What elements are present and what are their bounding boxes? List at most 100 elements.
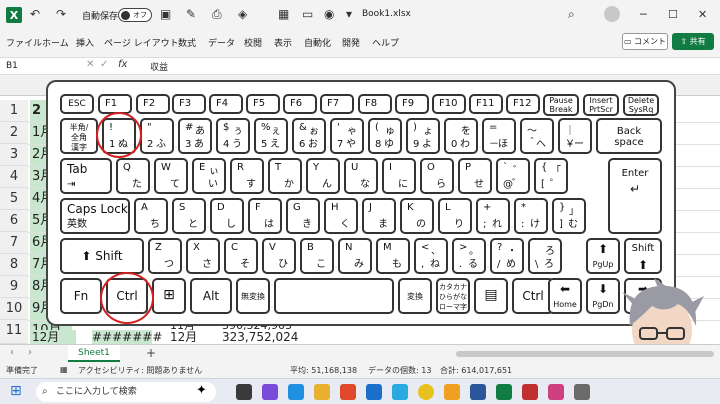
chrome-icon[interactable] [418,384,434,400]
row-header[interactable]: 7 [0,232,28,254]
menu-icon: ▤ [484,287,498,303]
more-icon[interactable]: ▾ [346,7,352,21]
cell-b13[interactable]: ####### [92,330,162,344]
app-icon[interactable] [574,384,590,400]
comment-icon: ▭ [623,37,635,46]
share-button[interactable]: ⇧ 共有 [672,33,714,50]
row-header[interactable]: 2 [0,122,28,144]
status-count: データの個数: 13 [368,366,432,375]
key-menu: ▤ [474,278,508,314]
key-f: Fは [248,198,282,234]
comment-button[interactable]: ▭ コメント [622,33,668,50]
key-z: Zつ [148,238,182,274]
cell-d13[interactable]: 323,752,024 [222,330,312,344]
key-yen: ｜ ￥ ー [558,118,592,154]
insert-function-icon[interactable]: fx [118,59,127,70]
tab-data[interactable]: データ [208,36,235,49]
app-icon[interactable] [522,384,538,400]
row-header[interactable]: 6 [0,210,28,232]
cancel-icon[interactable]: ✕ [86,59,94,70]
accessibility-status[interactable]: アクセシビリティ: 問題ありません [78,365,202,376]
key-f10: F10 [432,94,466,114]
row-header[interactable]: 8 [0,254,28,276]
avatar[interactable] [604,6,620,22]
add-sheet-button[interactable]: + [146,346,156,360]
store-icon[interactable] [392,384,408,400]
minimize-icon[interactable]: ─ [640,8,647,21]
autosave-toggle[interactable]: オフ [118,8,152,22]
key-s: Sと [172,198,206,234]
tab-developer[interactable]: 開発 [342,36,360,49]
key-h: Hく [324,198,358,234]
fill-color-icon[interactable]: ◈ [238,7,247,21]
save-icon[interactable]: ▣ [160,7,171,21]
tab-review[interactable]: 校閲 [244,36,262,49]
tab-file[interactable]: ファイル [6,36,42,49]
horizontal-scrollbar[interactable] [456,351,714,357]
edge-icon[interactable] [288,384,304,400]
key-f4: F4 [209,94,243,114]
key-e: Eぃい [192,158,226,194]
row-header[interactable]: 5 [0,188,28,210]
enter-icon[interactable]: ✓ [100,59,108,70]
highlight-ring-key-1 [96,112,142,158]
undo-icon[interactable]: ↶ [30,7,40,21]
tab-page-layout[interactable]: ページ レイアウト [104,36,179,49]
key-enter: Enter ↵ [608,158,662,234]
maximize-icon[interactable]: ☐ [668,8,678,21]
row-header[interactable]: 10 [0,298,28,320]
brush-icon[interactable]: ✎ [186,7,196,21]
key-j: Jま [362,198,396,234]
key-slash: ? ・ / め [490,238,524,274]
word-icon[interactable] [470,384,486,400]
close-icon[interactable]: ✕ [698,8,707,21]
row-header[interactable]: 3 [0,144,28,166]
macro-icon[interactable]: ▦ [60,365,68,374]
tab-insert[interactable]: 挿入 [76,36,94,49]
excel-taskbar-icon[interactable] [496,384,512,400]
key-backslash: ろ \ ろ [528,238,562,274]
start-button-icon[interactable]: ⊞ [10,383,22,399]
key-alt: Alt [190,278,232,314]
row-header[interactable]: 9 [0,276,28,298]
redo-icon[interactable]: ↷ [56,7,66,21]
key-semicolon: +; れ [476,198,510,234]
tab-home[interactable]: ホーム [42,36,69,49]
print-icon[interactable]: ⎙ [212,7,222,22]
name-box[interactable]: B1 [4,59,68,74]
key-u: Uな [344,158,378,194]
window-icon[interactable]: ▭ [302,7,313,21]
tab-view[interactable]: 表示 [274,36,292,49]
tab-help[interactable]: ヘルプ [372,36,399,49]
cell-c13[interactable]: 12月 [170,330,210,344]
key-bracket-close: }」] む [552,198,586,234]
tab-formulas[interactable]: 数式 [178,36,196,49]
search-icon[interactable]: ⌕ [568,7,575,22]
table-icon[interactable]: ▦ [278,7,289,21]
files-icon[interactable] [444,384,460,400]
tab-sheet1[interactable]: Sheet1 [68,345,120,362]
camera-icon[interactable]: ◉ [324,7,334,21]
key-minus: = －ほ [482,118,516,154]
taskbar-search-input[interactable]: ⌕ ここに入力して検索 [36,382,216,402]
tab-automate[interactable]: 自動化 [304,36,331,49]
status-average: 平均: 51,168,138 [290,366,358,375]
task-view-icon[interactable] [236,384,252,400]
copilot-sparkle-icon[interactable]: ✦ [196,383,207,398]
prev-sheet-icon[interactable]: ‹ [10,347,14,358]
ribbon-tabs: ファイル ホーム 挿入 ページ レイアウト 数式 データ 校閲 表示 自動化 開… [0,30,720,54]
key-windows: ⊞ [152,278,186,314]
cell-a13[interactable]: 12月 [30,330,76,344]
key-right-shift: Shift ⬆ [624,238,662,274]
explorer-icon[interactable] [314,384,330,400]
row-header[interactable]: 4 [0,166,28,188]
key-period: >。. る [452,238,486,274]
row-header[interactable]: 1 [0,100,28,122]
firefox-icon[interactable] [340,384,356,400]
row-header[interactable]: 11 [0,320,28,342]
formula-input[interactable]: 収益 [150,60,168,73]
next-sheet-icon[interactable]: › [28,347,32,358]
mail-icon[interactable] [366,384,382,400]
app-icon[interactable] [548,384,564,400]
copilot-icon[interactable] [262,384,278,400]
